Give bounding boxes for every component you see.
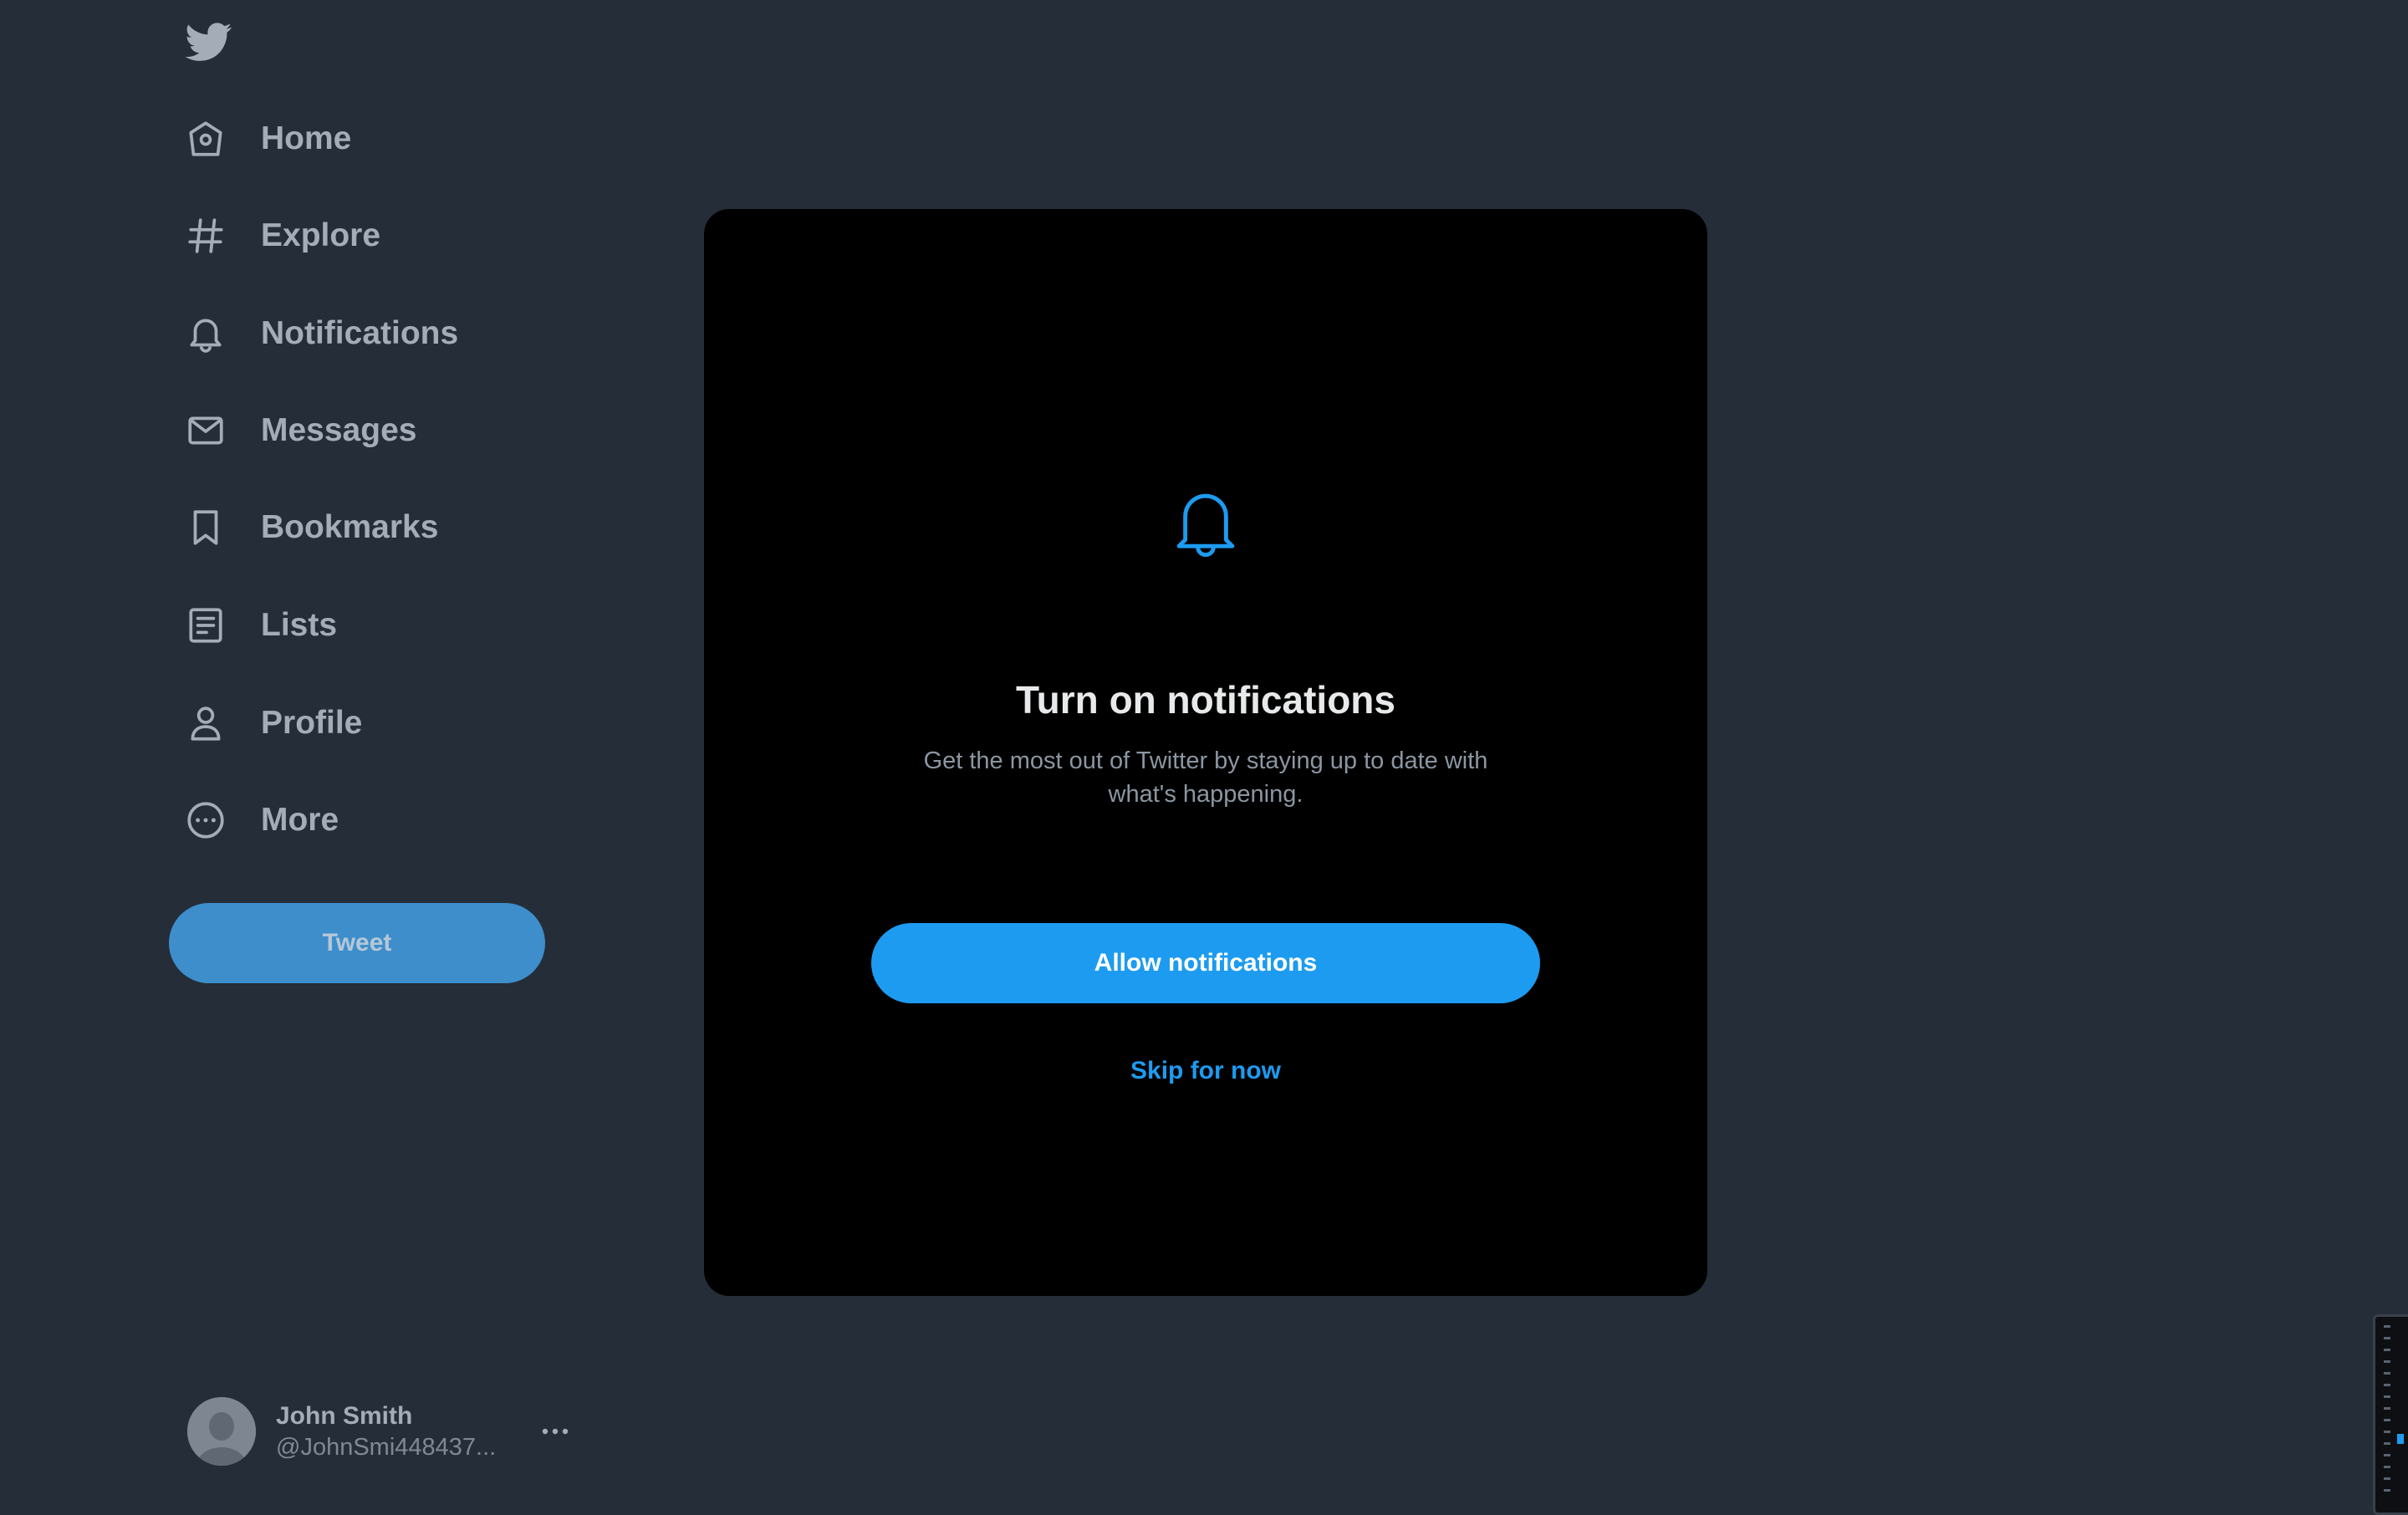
ellipsis-icon[interactable]	[538, 1415, 572, 1448]
bell-icon	[184, 312, 227, 355]
more-circle-icon	[184, 798, 227, 842]
account-handle: @JohnSmi448437...	[276, 1433, 497, 1461]
home-icon	[184, 117, 227, 161]
nav-item-label: Notifications	[261, 315, 459, 351]
nav-item-label: Lists	[261, 607, 338, 643]
nav-item-lists[interactable]: Lists	[184, 592, 337, 659]
nav-item-messages[interactable]: Messages	[184, 397, 416, 464]
nav-item-notifications[interactable]: Notifications	[184, 300, 458, 367]
thumbnail-content	[2384, 1325, 2390, 1492]
sidebar: Home Explore Notifications Messages Book…	[167, 0, 602, 1505]
nav-item-explore[interactable]: Explore	[184, 202, 380, 269]
list-icon	[184, 604, 227, 647]
nav-item-label: Home	[261, 120, 352, 156]
avatar	[187, 1397, 256, 1466]
bookmark-icon	[184, 506, 227, 549]
nav-item-label: Explore	[261, 217, 381, 253]
screenshot-thumbnail[interactable]	[2373, 1314, 2408, 1515]
tweet-button[interactable]: Tweet	[169, 903, 545, 983]
nav-item-label: Messages	[261, 412, 417, 448]
hashtag-icon	[184, 214, 227, 258]
twitter-logo-icon[interactable]	[184, 18, 234, 65]
account-switcher[interactable]: John Smith @JohnSmi448437...	[187, 1396, 572, 1467]
nav-item-label: Profile	[261, 705, 363, 741]
bell-icon	[1168, 485, 1243, 560]
nav-item-profile[interactable]: Profile	[184, 690, 362, 757]
account-name: John Smith	[276, 1401, 413, 1430]
nav-item-bookmarks[interactable]: Bookmarks	[184, 494, 438, 561]
allow-notifications-button[interactable]: Allow notifications	[871, 923, 1540, 1003]
modal-description: Get the most out of Twitter by staying u…	[923, 747, 1488, 808]
nav-item-more[interactable]: More	[184, 787, 339, 854]
person-icon	[184, 701, 227, 745]
nav-item-label: More	[261, 802, 339, 838]
notifications-modal: Turn on notifications Get the most out o…	[704, 209, 1707, 1296]
modal-title: Turn on notifications	[1016, 678, 1395, 722]
nav-item-home[interactable]: Home	[184, 105, 351, 172]
skip-for-now-link[interactable]: Skip for now	[704, 1057, 1707, 1085]
envelope-icon	[184, 409, 227, 452]
default-avatar-icon	[187, 1397, 256, 1466]
nav-item-label: Bookmarks	[261, 509, 439, 545]
thumbnail-accent	[2397, 1434, 2404, 1444]
